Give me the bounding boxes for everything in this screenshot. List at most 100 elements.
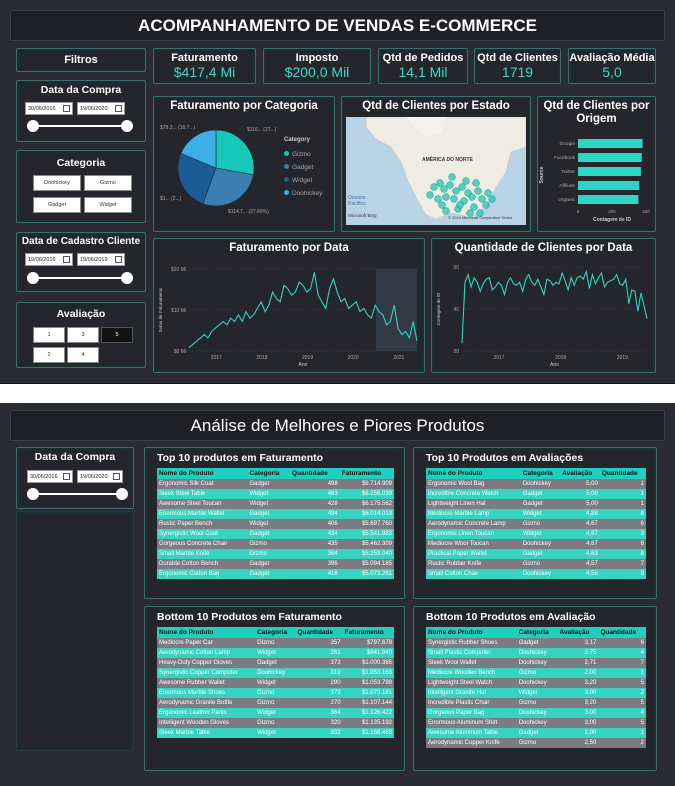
table-row[interactable]: Intelligent Granite Hat Widget 3,00 2	[426, 688, 646, 698]
table-row[interactable]: Aerodynamic Granite Bottle Gizmo 270 $1.107…	[157, 698, 394, 708]
map-bubble[interactable]	[456, 201, 464, 209]
map-bubble[interactable]	[472, 179, 480, 187]
column-header[interactable]: Avaliação	[557, 627, 599, 638]
chip-rating-1[interactable]: 1	[33, 327, 65, 343]
table-row[interactable]: Small Marble Knife Gizmo 364 $5.259.040	[157, 549, 394, 559]
slider-handle-end[interactable]	[121, 120, 133, 132]
map-bubble[interactable]	[450, 195, 458, 203]
calendar-icon[interactable]	[115, 105, 122, 112]
column-header[interactable]: Categoria	[520, 468, 561, 479]
slider-handle-end[interactable]	[121, 272, 133, 284]
map-bubble[interactable]	[434, 195, 442, 203]
map-bubble[interactable]	[474, 187, 482, 195]
series-line[interactable]	[461, 269, 648, 344]
table-row[interactable]: Small Plastic Computer Doohickey 2,75 4	[426, 648, 646, 658]
map-bubble[interactable]	[468, 193, 476, 201]
column-header[interactable]: Avaliação	[560, 468, 600, 479]
date-end-input[interactable]: 19/06/2020	[77, 470, 123, 483]
column-header[interactable]: Categoria	[255, 627, 296, 638]
column-header[interactable]: Categoria	[247, 468, 291, 479]
table-row[interactable]: Awesome Aluminum Table Gadget 2,00 1	[426, 728, 646, 738]
table-row[interactable]: Ergonomic Wool Bag Doohickey 5,00 1	[426, 479, 646, 489]
column-header[interactable]: Nome do Produto	[426, 627, 517, 638]
map-bubble[interactable]	[442, 207, 450, 215]
table-row[interactable]: Rustic Paper Bench Widget 406 $5.697.760	[157, 519, 394, 529]
map-bubble[interactable]	[436, 179, 444, 187]
table-row[interactable]: Synergistic Rubber Shoes Gadget 3,17 6	[426, 638, 646, 648]
table-row[interactable]: Incredible Concrete Watch Gadget 5,00 1	[426, 489, 646, 499]
table-row[interactable]: Synergistic Copper Computer Doohickey 319 $…	[157, 668, 394, 678]
table-row[interactable]: Mediocre Marble Lamp Widget 4,88 8	[426, 509, 646, 519]
calendar-icon[interactable]	[113, 473, 120, 480]
map-bubble[interactable]	[488, 195, 496, 203]
map-bubble[interactable]	[478, 195, 486, 203]
table-row[interactable]: Sleek Steel Table Widget 483 $6.256.039	[157, 489, 394, 499]
chip-gizmo[interactable]: Gizmo	[84, 175, 132, 191]
calendar-icon[interactable]	[63, 105, 70, 112]
table-row[interactable]: Ergonomic Silk Coat Gadget 498 $6.714.909	[157, 479, 394, 489]
map-bubble[interactable]	[462, 177, 470, 185]
date-start-input[interactable]: 19/06/2016	[25, 253, 73, 266]
table-row[interactable]: Ergonomic Cotton Bag Gadget 416 $5.073.261	[157, 569, 394, 579]
map-canvas[interactable]	[346, 117, 526, 225]
chip-widget[interactable]: Widget	[84, 197, 132, 213]
chip-rating-4[interactable]: 4	[67, 347, 99, 363]
table-row[interactable]: Enormous Marble Wallet Gadget 494 $6.014.01…	[157, 509, 394, 519]
column-header[interactable]: Quantidade	[295, 627, 343, 638]
legend-item-gadget[interactable]: Gadget	[284, 161, 322, 174]
table-row[interactable]: Sleek Wool Wallet Doohickey 2,71 7	[426, 658, 646, 668]
table-row[interactable]: Rustic Rubber Knife Gizmo 4,57 7	[426, 559, 646, 569]
map-bubble[interactable]	[430, 183, 438, 191]
table-row[interactable]: Awesome Rubber Wallet Widget 290 $1.053.798	[157, 678, 394, 688]
table-row[interactable]: Synergistic Wool Coat Gadget 434 $5.541.983	[157, 529, 394, 539]
table-row[interactable]: Lightweight Steel Watch Doohickey 3,20 5	[426, 678, 646, 688]
date-end-input[interactable]: 19/06/2019	[77, 253, 125, 266]
bar-affiliate[interactable]	[578, 181, 640, 190]
date-start-input[interactable]: 30/06/2016	[25, 102, 73, 115]
date-end-input[interactable]: 19/06/2020	[77, 102, 125, 115]
map-bubble[interactable]	[446, 181, 454, 189]
table-row[interactable]: Enormous Marble Shoes Gizmo 373 $1.073.181	[157, 688, 394, 698]
slider-handle-start[interactable]	[27, 488, 39, 500]
column-header[interactable]: Nome do Produto	[157, 468, 248, 479]
column-header[interactable]: Faturamento	[339, 468, 394, 479]
map-bubble[interactable]	[448, 173, 456, 181]
table-row[interactable]: Mediocre Paper Car Gizmo 357 $797.678	[157, 638, 394, 648]
table-row[interactable]: Mediocre Wool Toucan Doohickey 4,67 6	[426, 539, 646, 549]
bar-facebook[interactable]	[578, 153, 642, 162]
column-header[interactable]: Categoria	[516, 627, 558, 638]
table-row[interactable]: Aerodynamic Cotton Lamp Widget 261 $841.940	[157, 648, 394, 658]
table-row[interactable]: Aerodynamic Concrete Lamp Gizmo 4,67 6	[426, 519, 646, 529]
table-row[interactable]: Heavy-Duty Copper Gloves Gadget 373 $1.000.…	[157, 658, 394, 668]
table-row[interactable]: Gorgeous Concrete Chair Gizmo 435 $5.462.30…	[157, 539, 394, 549]
map-bubble[interactable]	[438, 201, 446, 209]
table-row[interactable]: Intelligent Wooden Gloves Gizmo 320 $1.135.…	[157, 718, 394, 728]
legend-item-gizmo[interactable]: Gizmo	[284, 148, 322, 161]
column-header[interactable]: Quantidade	[598, 627, 646, 638]
column-header[interactable]: Faturamento	[342, 627, 394, 638]
table-row[interactable]: Gorgeous Paper Bag Doohickey 3,00 4	[426, 708, 646, 718]
chip-rating-2[interactable]: 2	[33, 347, 65, 363]
table-row[interactable]: Practical Paper Wallet Gadget 4,63 8	[426, 549, 646, 559]
chip-rating-3[interactable]: 3	[67, 327, 99, 343]
map-bubble[interactable]	[442, 193, 450, 201]
legend-item-doohickey[interactable]: Doohickey	[284, 187, 322, 200]
bar-organic[interactable]	[578, 195, 639, 204]
map-bubble[interactable]	[470, 203, 478, 211]
map-bubble[interactable]	[482, 201, 490, 209]
table-row[interactable]: Durable Cotton Bench Gadget 396 $5.094.185	[157, 559, 394, 569]
chip-doohickey[interactable]: Doohickey	[33, 175, 81, 191]
table-row[interactable]: Small Cotton Chair Doohickey 4,56 9	[426, 569, 646, 579]
chip-gadget[interactable]: Gadget	[33, 197, 81, 213]
legend-item-widget[interactable]: Widget	[284, 174, 322, 187]
column-header[interactable]: Quantidade	[290, 468, 340, 479]
table-row[interactable]: Aerodynamic Copper Knife Gizmo 2,50 2	[426, 738, 646, 748]
table-row[interactable]: Incredible Plastic Chair Gizmo 3,20 5	[426, 698, 646, 708]
table-row[interactable]: Enormous Aluminum Shirt Doohickey 3,00 5	[426, 718, 646, 728]
pie-slice-gizmo[interactable]	[215, 129, 255, 176]
column-header[interactable]: Quantidade	[599, 468, 646, 479]
table-row[interactable]: Awesome Steel Toucan Widget 428 $6.175.562	[157, 499, 394, 509]
slider-handle-end[interactable]	[116, 488, 128, 500]
slider-handle-start[interactable]	[27, 120, 39, 132]
table-row[interactable]: Lightweight Linen Hat Gadget 5,00 1	[426, 499, 646, 509]
